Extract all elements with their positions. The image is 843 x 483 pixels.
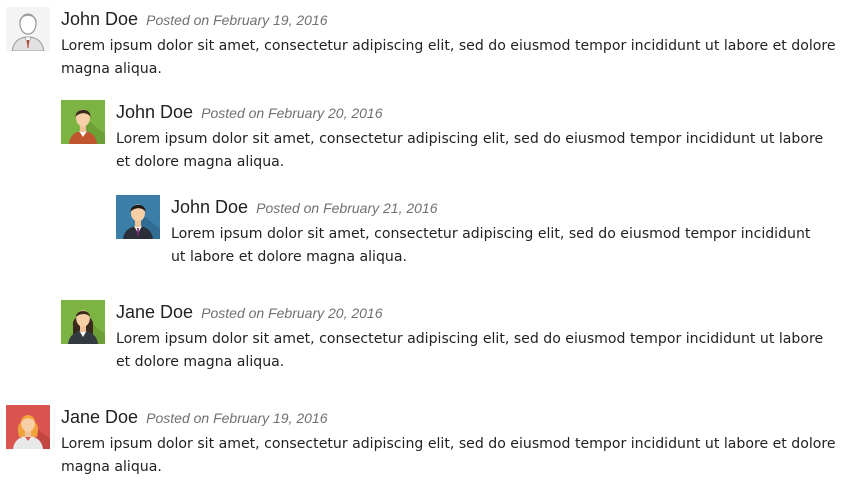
comment-author[interactable]: John Doe <box>61 9 138 29</box>
comment: John Doe Posted on February 21, 2016 Lor… <box>116 195 831 273</box>
default-person-avatar-icon <box>6 7 50 51</box>
comment-header: Jane Doe Posted on February 19, 2016 <box>61 405 328 430</box>
comment-author[interactable]: Jane Doe <box>116 302 193 322</box>
comment-author[interactable]: John Doe <box>171 197 248 217</box>
comment-date: Posted on February 21, 2016 <box>256 200 438 216</box>
comment-text: Lorem ipsum dolor sit amet, consectetur … <box>116 131 824 170</box>
comment-date: Posted on February 20, 2016 <box>201 305 383 321</box>
woman-red-avatar-icon <box>6 405 50 449</box>
comment-date: Posted on February 19, 2016 <box>146 410 328 426</box>
comment-date: Posted on February 20, 2016 <box>201 105 383 121</box>
comment-header: John Doe Posted on February 21, 2016 <box>171 195 438 220</box>
comment-text: Lorem ipsum dolor sit amet, consectetur … <box>171 226 811 265</box>
comment: Jane Doe Posted on February 20, 2016 Lor… <box>61 300 831 378</box>
comment-header: John Doe Posted on February 19, 2016 <box>61 7 328 32</box>
comment: Jane Doe Posted on February 19, 2016 Lor… <box>6 405 838 483</box>
comment-author[interactable]: Jane Doe <box>61 407 138 427</box>
man-suit-blue-avatar-icon <box>116 195 160 239</box>
comment: John Doe Posted on February 19, 2016 Lor… <box>6 7 838 85</box>
man-green-avatar-icon <box>61 100 105 144</box>
comment-text: Lorem ipsum dolor sit amet, consectetur … <box>61 38 836 77</box>
comment-header: John Doe Posted on February 20, 2016 <box>116 100 383 125</box>
comment-text: Lorem ipsum dolor sit amet, consectetur … <box>116 331 824 370</box>
comment-text: Lorem ipsum dolor sit amet, consectetur … <box>61 436 836 475</box>
woman-green-avatar-icon <box>61 300 105 344</box>
comment-author[interactable]: John Doe <box>116 102 193 122</box>
comment: John Doe Posted on February 20, 2016 Lor… <box>61 100 831 178</box>
comment-date: Posted on February 19, 2016 <box>146 12 328 28</box>
comment-header: Jane Doe Posted on February 20, 2016 <box>116 300 383 325</box>
